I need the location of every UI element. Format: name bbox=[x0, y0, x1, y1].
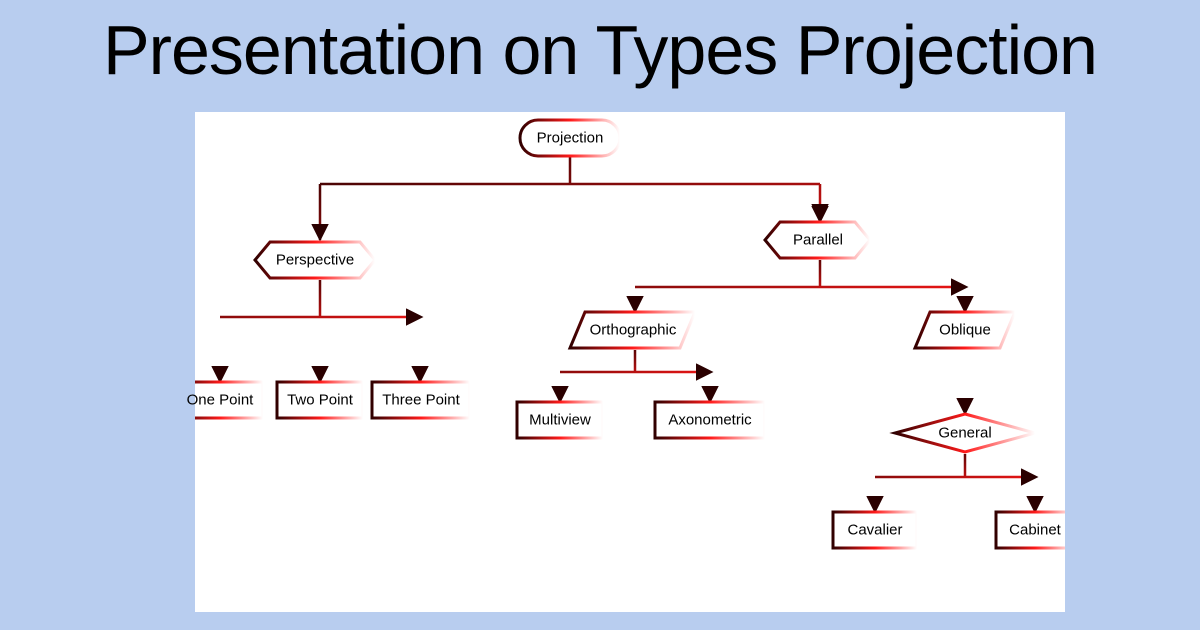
label-onepoint: One Point bbox=[187, 392, 254, 409]
label-threepoint: Three Point bbox=[382, 392, 460, 409]
flowchart: Projection Perspective Parallel One Poin… bbox=[195, 112, 1065, 612]
label-orthographic: Orthographic bbox=[590, 322, 677, 339]
label-oblique: Oblique bbox=[939, 322, 991, 339]
page-title: Presentation on Types Projection bbox=[0, 0, 1200, 90]
label-cabinet: Cabinet bbox=[1009, 522, 1061, 539]
label-twopoint: Two Point bbox=[287, 392, 353, 409]
label-general: General bbox=[938, 425, 991, 442]
label-projection: Projection bbox=[537, 130, 604, 147]
label-perspective: Perspective bbox=[276, 252, 354, 269]
label-multiview: Multiview bbox=[529, 412, 591, 429]
label-cavalier: Cavalier bbox=[847, 522, 902, 539]
label-axonometric: Axonometric bbox=[668, 412, 751, 429]
label-parallel: Parallel bbox=[793, 232, 843, 249]
